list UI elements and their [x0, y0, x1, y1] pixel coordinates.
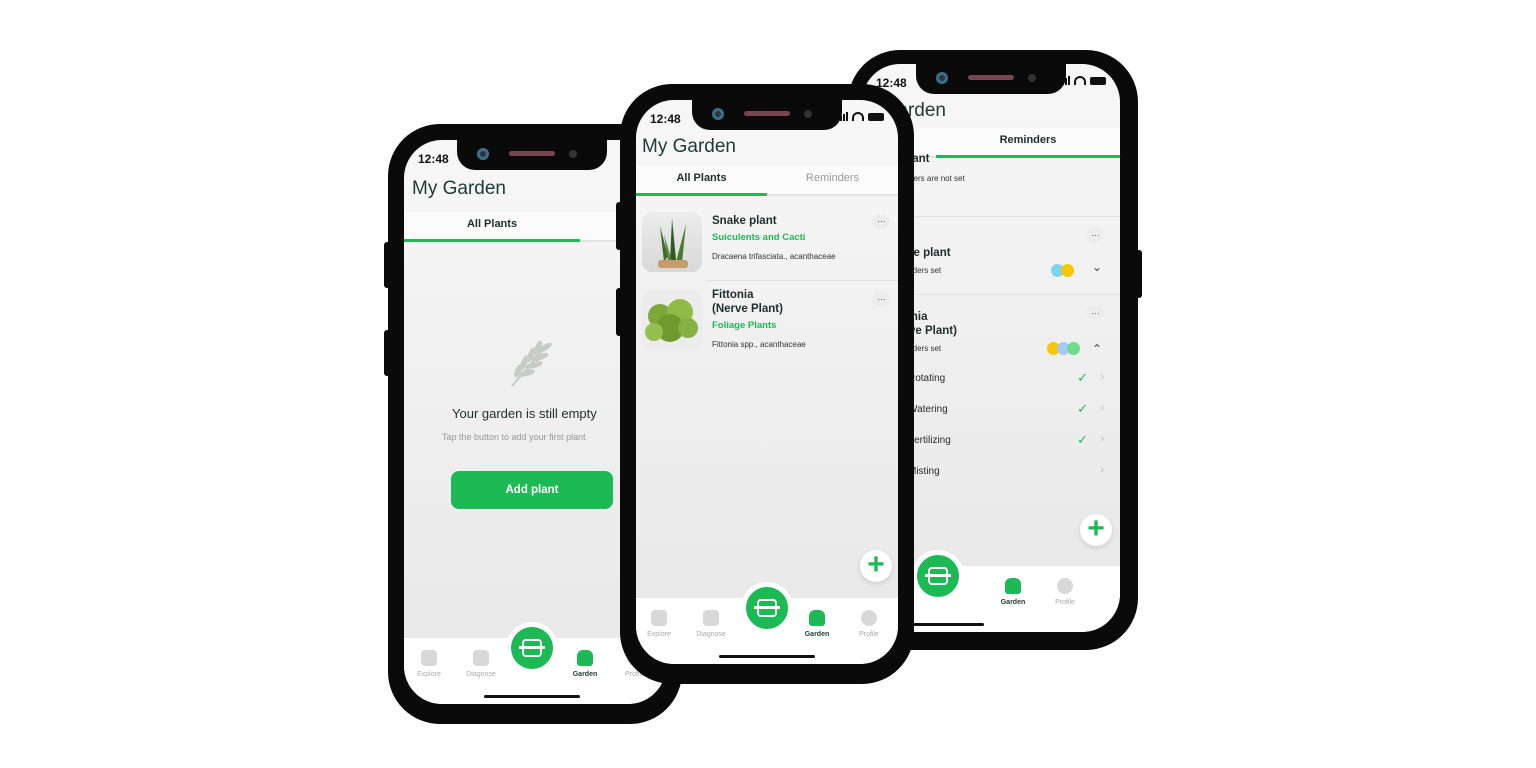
- profile-icon: [861, 610, 877, 626]
- empty-state-title: Your garden is still empty: [452, 406, 597, 421]
- fittonia-image: [645, 299, 698, 342]
- divider: [882, 216, 1120, 217]
- home-indicator: [719, 655, 815, 658]
- side-button: [384, 242, 390, 288]
- plant-category: Foliage Plants: [712, 320, 777, 331]
- plant-thumbnail: [642, 290, 702, 350]
- battery-icon: [868, 112, 884, 121]
- status-time: 12:48: [650, 112, 681, 126]
- check-icon: ✓: [1077, 370, 1088, 385]
- status-time: 12:48: [418, 152, 449, 166]
- chevron-right-icon: ›: [1100, 433, 1104, 445]
- side-button: [616, 288, 622, 336]
- chevron-right-icon: ›: [1100, 402, 1104, 414]
- more-options-button[interactable]: …: [1086, 228, 1104, 242]
- page-title: My Garden: [412, 178, 506, 199]
- notch: [692, 100, 842, 130]
- nav-profile[interactable]: Profile: [1040, 578, 1090, 606]
- add-plant-fab[interactable]: +: [860, 550, 892, 582]
- explore-grid-icon: [651, 610, 667, 626]
- side-button: [384, 330, 390, 376]
- profile-icon: [1057, 578, 1073, 594]
- wifi-icon: [1074, 76, 1086, 85]
- plant-name: Snake plant: [712, 215, 777, 227]
- chevron-right-icon: ›: [1100, 464, 1104, 476]
- check-icon: ✓: [1077, 401, 1088, 416]
- leaf-badge-icon: [1067, 342, 1080, 355]
- nav-explore[interactable]: Explore: [636, 610, 684, 638]
- side-button: [616, 202, 622, 250]
- shield-plus-icon: [703, 610, 719, 626]
- check-icon: ✓: [1077, 432, 1088, 447]
- screen: 12:48 My Garden All Plants Reminders Sna…: [636, 100, 898, 664]
- potted-plant-icon: [577, 650, 593, 666]
- plant-scientific-name: Dracaena trifasciata., acanthaceae: [712, 252, 836, 261]
- nav-garden[interactable]: Garden: [988, 578, 1038, 606]
- plant-category: Suiculents and Cacti: [712, 232, 806, 243]
- more-options-button[interactable]: …: [872, 214, 890, 228]
- battery-icon: [1090, 76, 1106, 85]
- wifi-icon: [852, 112, 864, 121]
- phone-all-plants: 12:48 My Garden All Plants Reminders Sna…: [616, 84, 914, 684]
- scan-icon: [754, 599, 780, 617]
- reminder-row-watering[interactable]: Watering ✓ ›: [886, 401, 1104, 421]
- scan-plant-button[interactable]: [912, 550, 964, 602]
- tab-all-plants[interactable]: All Plants: [636, 166, 767, 196]
- nav-diagnose[interactable]: Diagnose: [686, 610, 736, 638]
- divider: [706, 280, 898, 281]
- tab-reminders[interactable]: Reminders: [767, 166, 898, 194]
- scan-icon: [519, 639, 545, 657]
- nav-garden[interactable]: Garden: [792, 610, 842, 638]
- plant-name: Fittonia (Nerve Plant): [712, 289, 783, 315]
- more-options-button[interactable]: …: [872, 292, 890, 306]
- sun-badge-icon: [1061, 264, 1074, 277]
- plant-scientific-name: Fittonia spp., acanthaceae: [712, 340, 806, 349]
- nav-profile[interactable]: Profile: [844, 610, 894, 638]
- reminder-row-fertilizing[interactable]: Fertilizing ✓ ›: [886, 432, 1104, 452]
- scan-plant-button[interactable]: [506, 622, 558, 674]
- potted-plant-icon: [809, 610, 825, 626]
- add-plant-button[interactable]: Add plant: [451, 471, 613, 509]
- plant-thumbnail: [642, 212, 702, 272]
- page-title: My Garden: [642, 136, 736, 157]
- empty-state-subtitle: Tap the button to add your first plant: [442, 432, 586, 442]
- plant-card[interactable]: Fittonia (Nerve Plant) Foliage Plants Fi…: [642, 282, 892, 362]
- reminder-badges: [1047, 342, 1080, 360]
- notch: [916, 64, 1066, 94]
- chevron-right-icon: ›: [1100, 371, 1104, 383]
- side-button: [1136, 250, 1142, 298]
- bottom-nav: Explore Diagnose Garden Profile: [636, 582, 898, 664]
- nav-explore[interactable]: Explore: [404, 650, 454, 678]
- reminder-label: Fertilizing: [908, 435, 951, 446]
- add-plant-fab[interactable]: +: [1080, 514, 1112, 546]
- reminder-row-rotating[interactable]: Rotating ✓ ›: [886, 370, 1104, 390]
- snake-plant-image: [658, 218, 688, 268]
- more-options-button[interactable]: …: [1086, 306, 1104, 320]
- plant-card[interactable]: Snake plant Suiculents and Cacti Dracaen…: [642, 204, 892, 282]
- divider: [882, 294, 1120, 295]
- expand-chevron-icon[interactable]: ⌄: [1092, 260, 1102, 274]
- nav-garden[interactable]: Garden: [560, 650, 610, 678]
- potted-plant-icon: [1005, 578, 1021, 594]
- scan-plant-button[interactable]: [741, 582, 793, 634]
- reminder-badges: [1051, 264, 1074, 282]
- tab-bar: All Plants Reminders: [636, 166, 898, 196]
- notch: [457, 140, 607, 170]
- scan-icon: [925, 567, 951, 585]
- explore-grid-icon: [421, 650, 437, 666]
- home-indicator: [484, 695, 580, 698]
- shield-plus-icon: [473, 650, 489, 666]
- collapse-chevron-icon[interactable]: ⌃: [1092, 342, 1102, 356]
- tab-all-plants[interactable]: All Plants: [404, 212, 580, 242]
- leaf-illustration-icon: [511, 340, 552, 387]
- reminder-row-misting[interactable]: Misting ›: [886, 463, 1104, 483]
- nav-diagnose[interactable]: Diagnose: [456, 650, 506, 678]
